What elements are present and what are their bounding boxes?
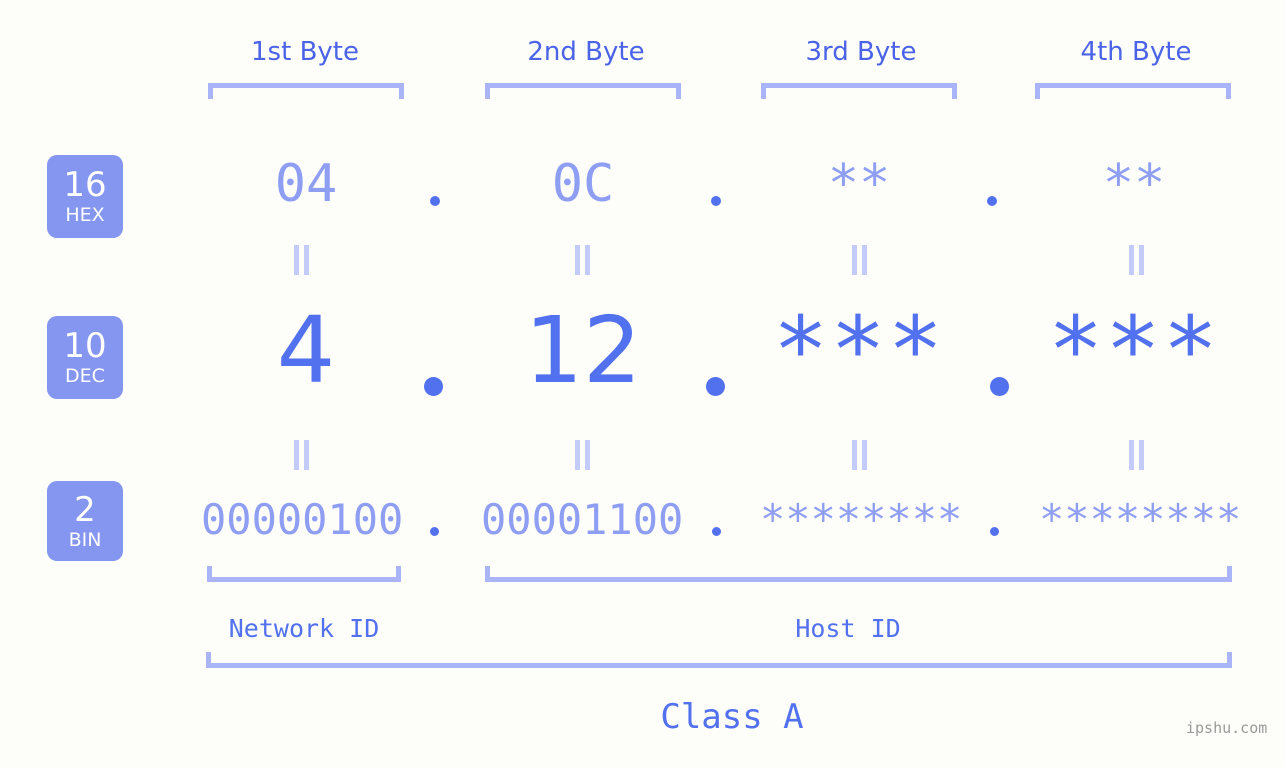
base-badge-hex-name: HEX [65, 204, 105, 226]
hex-byte-2-value: 0C [551, 154, 615, 214]
equals-mark-dec-bin-3 [849, 440, 869, 470]
dec-byte-4-value: *** [1047, 297, 1221, 404]
byte-bracket-top-4 [1035, 83, 1231, 99]
byte-header-label-2: 2nd Byte [527, 37, 645, 67]
bin-separator-dot-2 [712, 527, 721, 536]
host-id-bracket [485, 566, 1232, 582]
ip-address-breakdown-diagram: 1st Byte 2nd Byte 3rd Byte 4th Byte 16 H… [0, 0, 1285, 767]
base-badge-dec: 10 DEC [47, 316, 123, 399]
bin-byte-2-value: 00001100 [481, 495, 684, 544]
class-bracket [206, 652, 1232, 668]
equals-mark-hex-dec-2 [572, 245, 592, 275]
dec-separator-dot-2 [706, 377, 725, 396]
bin-separator-dot-1 [430, 527, 439, 536]
hex-separator-dot-3 [987, 196, 997, 206]
byte-header-label-1: 1st Byte [251, 37, 359, 67]
base-badge-bin: 2 BIN [47, 481, 123, 561]
dec-separator-dot-3 [990, 377, 1009, 396]
equals-mark-dec-bin-1 [291, 440, 311, 470]
host-id-label: Host ID [795, 614, 901, 643]
base-badge-bin-number: 2 [74, 489, 96, 530]
byte-header-label-4: 4th Byte [1080, 37, 1192, 67]
dec-byte-3-value: *** [772, 297, 946, 404]
base-badge-bin-name: BIN [68, 528, 102, 551]
site-watermark: ipshu.com [1186, 719, 1268, 737]
byte-bracket-top-2 [485, 83, 681, 99]
dec-byte-2-value: 12 [524, 297, 642, 404]
dec-separator-dot-1 [424, 377, 443, 396]
class-label: Class A [660, 697, 804, 737]
equals-mark-hex-dec-4 [1126, 245, 1146, 275]
hex-byte-1-value: 04 [274, 154, 338, 214]
hex-separator-dot-2 [711, 196, 721, 206]
network-id-label: Network ID [228, 614, 380, 643]
byte-bracket-top-3 [761, 83, 957, 99]
bin-byte-1-value: 00000100 [201, 495, 404, 544]
equals-mark-hex-dec-3 [849, 245, 869, 275]
byte-header-label-3: 3rd Byte [805, 37, 917, 67]
bin-byte-4-value: ******** [1039, 495, 1242, 544]
base-badge-dec-number: 10 [63, 326, 107, 366]
equals-mark-hex-dec-1 [291, 245, 311, 275]
equals-mark-dec-bin-4 [1126, 440, 1146, 470]
dec-byte-1-value: 4 [276, 297, 336, 404]
equals-mark-dec-bin-2 [572, 440, 592, 470]
base-badge-hex-number: 16 [63, 165, 107, 205]
hex-byte-3-value: ** [827, 154, 891, 214]
byte-bracket-top-1 [208, 83, 404, 99]
hex-byte-4-value: ** [1102, 154, 1166, 214]
base-badge-dec-name: DEC [65, 365, 105, 387]
network-id-bracket [207, 566, 401, 582]
hex-separator-dot-1 [430, 196, 440, 206]
base-badge-hex: 16 HEX [47, 155, 123, 238]
bin-byte-3-value: ******** [760, 495, 963, 544]
bin-separator-dot-3 [990, 527, 999, 536]
